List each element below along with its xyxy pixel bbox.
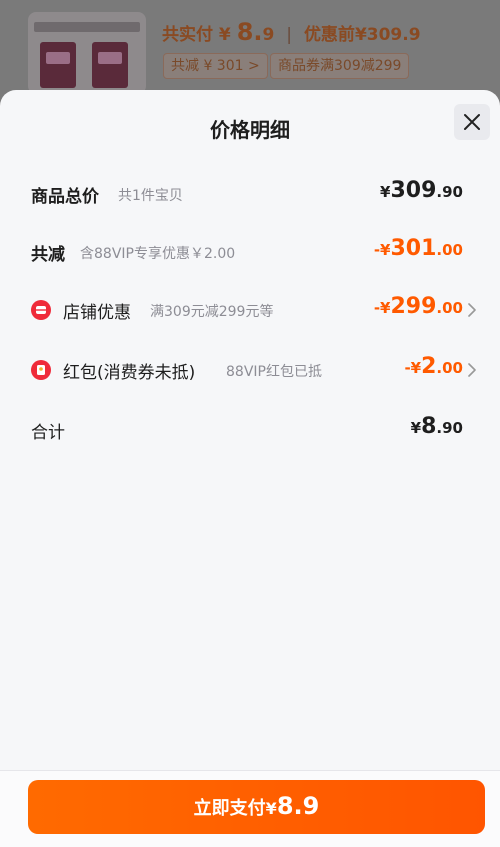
price-label: 共实付 (162, 25, 213, 45)
pay-button-text: 立即支付¥8.9 (28, 792, 485, 820)
row-subtext: 满309元减299元等 (150, 304, 274, 320)
chevron-right-icon (468, 303, 476, 317)
original-price-label: 优惠前 (303, 25, 355, 45)
amount-integer: 299 (390, 294, 437, 319)
price-decimal: 9 (262, 25, 275, 45)
footer-bar: 立即支付¥8.9 (0, 770, 500, 847)
row-label: 红包(消费券未抵) (63, 363, 196, 383)
discount-tag: 共减 ¥ 301 > (163, 53, 268, 79)
close-icon (464, 114, 480, 130)
amount-currency: ¥ (410, 419, 422, 437)
pay-symbol: ¥ (265, 799, 277, 818)
sheet-title: 价格明细 (210, 118, 290, 142)
amount-decimal: .00 (436, 299, 463, 317)
product-box-image (40, 42, 76, 88)
divider: | (286, 25, 293, 45)
amount-integer: 8 (421, 414, 437, 439)
row-amount: ¥309.90 (380, 178, 463, 203)
row-subtext: 含88VIP专享优惠￥2.00 (80, 246, 236, 262)
amount-decimal: .90 (436, 183, 463, 201)
amount-decimal: .00 (436, 241, 463, 259)
thumbnail-banner (34, 22, 140, 32)
row-label: 合计 (31, 423, 65, 443)
row-shop-discount[interactable]: 店铺优惠 满309元减299元等 -¥299.00 (0, 290, 500, 330)
amount-decimal: .00 (436, 359, 463, 377)
coupon-tag: 商品券满309减299 (270, 53, 410, 79)
red-packet-icon (31, 360, 51, 380)
amount-currency: ¥ (380, 183, 391, 201)
row-total-discount: 共减 含88VIP专享优惠￥2.00 -¥301.00 (0, 232, 500, 272)
price-integer: 8. (236, 18, 263, 46)
pay-amount: 8.9 (276, 792, 320, 820)
background-price-summary: 共实付 ¥ 8.9 | 优惠前¥309.9 (162, 18, 421, 46)
product-box-image (92, 42, 128, 88)
row-label: 商品总价 (31, 187, 99, 207)
row-amount: ¥8.90 (411, 414, 463, 439)
original-price-value: ¥309.9 (354, 25, 421, 45)
amount-integer: 301 (390, 236, 437, 261)
pay-now-button[interactable]: 立即支付¥8.9 (28, 780, 485, 834)
row-label: 共减 (31, 245, 65, 265)
price-detail-sheet: 价格明细 商品总价 共1件宝贝 ¥309.90 共减 含88VIP专享优惠￥2.… (0, 90, 500, 847)
amount-decimal: .90 (436, 419, 463, 437)
row-amount: -¥2.00 (404, 354, 463, 379)
row-total-price: 商品总价 共1件宝贝 ¥309.90 (0, 174, 500, 214)
row-subtext: 88VIP红包已抵 (226, 364, 322, 380)
product-thumbnail (28, 12, 146, 94)
amount-integer: 309 (390, 178, 437, 203)
price-symbol: ¥ (218, 25, 231, 45)
amount-currency: -¥ (373, 241, 391, 259)
row-amount: -¥301.00 (374, 236, 463, 261)
row-grand-total: 合计 ¥8.90 (0, 410, 500, 450)
pay-label: 立即支付 (193, 798, 266, 819)
amount-integer: 2 (421, 354, 437, 379)
row-subtext: 共1件宝贝 (118, 188, 183, 204)
row-amount: -¥299.00 (374, 294, 463, 319)
close-button[interactable] (454, 104, 490, 140)
row-red-packet[interactable]: 红包(消费券未抵) 88VIP红包已抵 -¥2.00 (0, 350, 500, 390)
shop-coupon-icon (31, 300, 51, 320)
chevron-right-icon (468, 363, 476, 377)
amount-currency: -¥ (404, 359, 422, 377)
row-label: 店铺优惠 (63, 303, 131, 323)
amount-currency: -¥ (373, 299, 391, 317)
